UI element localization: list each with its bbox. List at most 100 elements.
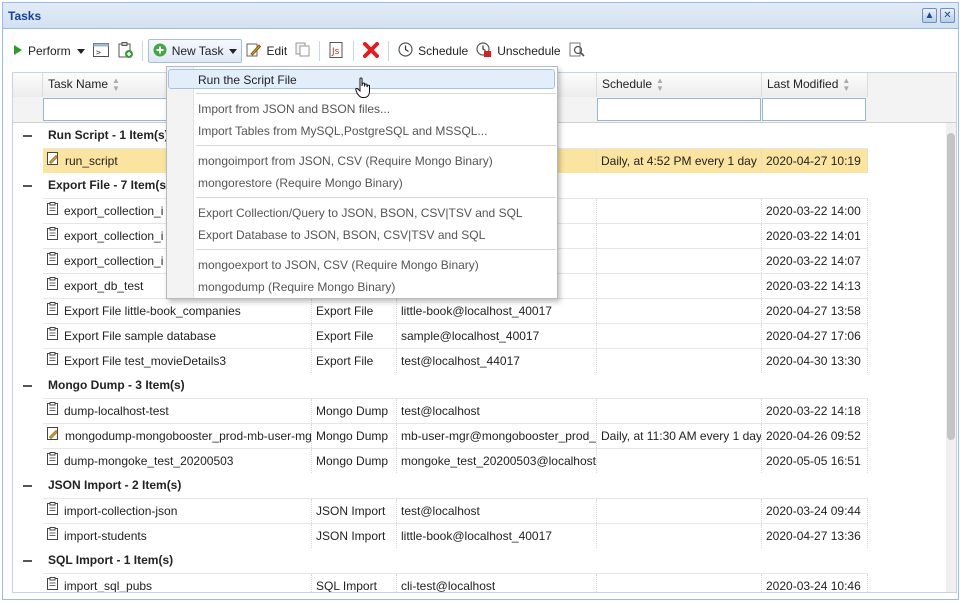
menu-item-export-database[interactable]: Export Database to JSON, BSON, CSV|TSV a… [198,225,485,245]
new-task-button[interactable]: New Task [147,39,243,63]
console-button[interactable]: >_ [89,39,113,63]
collapse-group-icon[interactable] [23,560,32,562]
delete-icon [363,41,380,61]
cell-text: little-book@localhost_40017 [401,304,552,318]
table-row[interactable]: Export File sample database Export File sa… [43,323,868,348]
menu-item-export-collection[interactable]: Export Collection/Query to JSON, BSON, C… [198,203,523,223]
title-bar: Tasks ▲ ✕ [3,3,958,29]
menu-item-import-json-bson[interactable]: Import from JSON and BSON files... [198,99,390,119]
group-label: Mongo Dump - 3 Item(s) [48,378,185,392]
column-schedule-label: Schedule [602,77,653,91]
collapse-group-icon[interactable] [23,385,32,387]
menu-item-import-sql-tables[interactable]: Import Tables from MySQL,PostgreSQL and … [198,121,487,141]
group-label: Export File - 7 Item(s) [48,178,171,192]
sort-icon: ▲ ▼ [112,75,120,93]
clipboard-icon [47,574,58,592]
group-label: JSON Import - 2 Item(s) [48,478,182,492]
table-row[interactable]: Export File test_movieDetails3 Export Fil… [43,348,868,373]
clipboard-icon [47,449,58,473]
cell-text: import-collection-json [64,504,178,518]
filter-schedule-input[interactable] [597,98,761,121]
column-last-modified[interactable]: Last Modified ▲ ▼ [762,73,868,97]
script-file-icon: Js [329,41,344,61]
schedule-button[interactable]: Schedule [394,39,472,63]
scrollbar-thumb[interactable] [947,133,955,440]
cell-text: test@localhost_44017 [401,354,520,368]
cell-schedule: Daily, at 4:52 PM every 1 day [597,149,762,173]
cell-text: 2020-03-22 14:07 [766,254,861,268]
cell-text: Mongo Dump [316,404,389,418]
cell-text: Daily, at 4:52 PM every 1 day [601,154,757,168]
chevron-down-icon[interactable] [76,48,85,54]
clock-icon [398,42,413,60]
cell-text: import-students [64,529,147,543]
cell-text: export_collection_i [64,229,164,243]
toolbar: Perform >_ New Task Edit Js Schedule Uns… [9,36,952,66]
view-script-button[interactable]: Js [325,39,348,63]
schedule-label: Schedule [418,44,469,58]
magnifier-page-icon [569,42,585,61]
group-header[interactable]: JSON Import - 2 Item(s) [13,473,948,498]
toolbar-separator [353,41,355,61]
group-header[interactable]: SQL Import - 1 Item(s) [13,548,948,573]
toolbar-separator [319,41,321,61]
menu-item-mongorestore[interactable]: mongorestore (Require Mongo Binary) [198,173,403,193]
tasks-window: Tasks ▲ ✕ Perform >_ New Task Edit Js Sc… [2,2,959,600]
group-header[interactable]: Mongo Dump - 3 Item(s) [13,373,948,398]
delete-button[interactable] [359,39,383,63]
script-icon [47,424,59,448]
cell-modified: 2020-04-27 17:06 [762,324,868,348]
collapse-button[interactable]: ▲ [922,8,937,23]
close-button[interactable]: ✕ [940,8,955,23]
clipboard-icon [47,399,58,423]
menu-item-mongodump[interactable]: mongodump (Require Mongo Binary) [198,277,395,297]
cell-target: test@localhost [397,499,597,523]
cell-modified: 2020-04-27 13:58 [762,299,868,323]
unschedule-button[interactable]: Unschedule [472,39,564,63]
cell-text: export_collection_i [64,204,164,218]
preview-button[interactable] [565,39,589,63]
collapse-group-icon[interactable] [23,135,32,137]
cell-text: 2020-04-26 09:52 [766,429,861,443]
cell-type: Mongo Dump [312,424,397,448]
clipboard-add-icon [117,41,133,61]
column-schedule[interactable]: Schedule ▲ ▼ [597,73,762,97]
edit-icon [246,42,262,60]
table-row[interactable]: Export File little-book_companies Export … [43,298,868,323]
cell-schedule [597,299,762,323]
table-row[interactable]: dump-mongoke_test_20200503 Mongo Dump mong… [43,448,868,473]
table-row[interactable]: dump-localhost-test Mongo Dump test@localh… [43,398,868,423]
cell-name: Export File sample database [43,324,312,348]
cell-target: cli-test@localhost [397,574,597,592]
cell-type: Export File [312,324,397,348]
filter-last-modified-input[interactable] [762,98,866,121]
cell-schedule [597,199,762,223]
cell-text: 2020-03-24 09:44 [766,504,861,518]
table-row[interactable]: import-collection-json JSON Import test@lo… [43,498,868,523]
cell-text: Export File [316,329,374,343]
cell-text: 2020-04-27 17:06 [766,329,861,343]
edit-button[interactable]: Edit [242,39,291,63]
clipboard-icon [47,249,58,273]
copy-button[interactable] [291,39,314,63]
cell-text: mb-user-mgr@mongobooster_prod_ [401,429,596,443]
cell-modified: 2020-03-22 14:18 [762,399,868,423]
table-row[interactable]: import-students JSON Import little-book@lo… [43,523,868,548]
cell-type: Export File [312,349,397,373]
table-row[interactable]: mongodump-mongobooster_prod-mb-user-mg Mo… [43,423,868,448]
collapse-group-icon[interactable] [23,485,32,487]
cell-text: mongodump-mongobooster_prod-mb-user-mg [65,429,312,443]
collapse-group-icon[interactable] [23,185,32,187]
cell-target: little-book@localhost_40017 [397,524,597,548]
add-task-button[interactable] [113,39,137,63]
menu-item-mongoimport[interactable]: mongoimport from JSON, CSV (Require Mong… [198,151,493,171]
cell-text: 2020-03-22 14:18 [766,404,861,418]
cell-target: test@localhost_44017 [397,349,597,373]
menu-item-mongoexport[interactable]: mongoexport to JSON, CSV (Require Mongo … [198,255,479,275]
toolbar-separator [141,41,143,61]
script-icon [47,149,59,173]
perform-button[interactable]: Perform [9,39,89,63]
header-spacer [13,73,43,97]
chevron-down-icon[interactable] [229,48,238,54]
table-row[interactable]: import_sql_pubs SQL Import cli-test@localh… [43,573,868,592]
